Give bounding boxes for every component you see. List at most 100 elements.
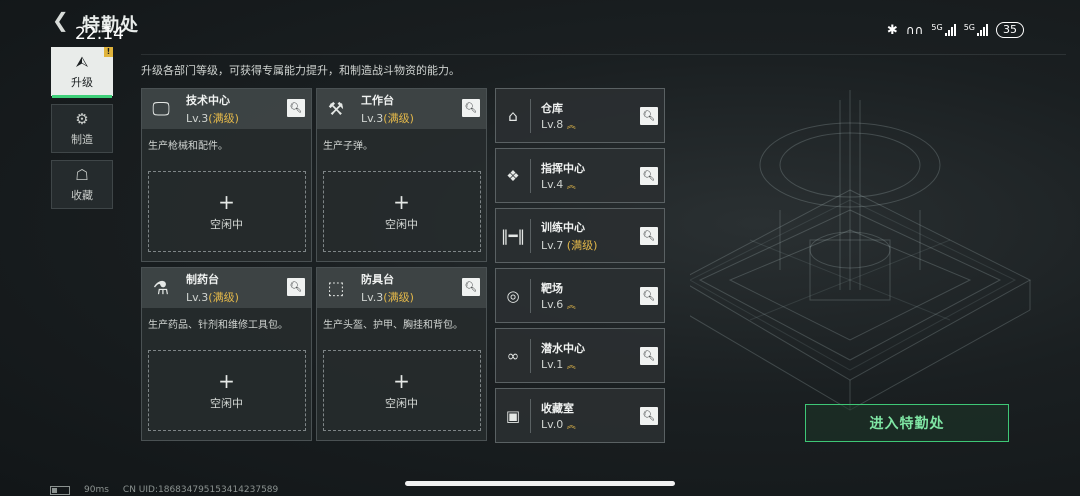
station-description: 生产药品、针剂和维修工具包。 [148, 320, 288, 331]
facility-name: 潜水中心 [541, 342, 585, 355]
facility-training-center[interactable]: ‖━‖ 训练中心 Lv.7 (满级) 🔍︎ [495, 208, 665, 263]
divider [530, 399, 531, 433]
station-description: 生产枪械和配件。 [148, 141, 228, 152]
station-description: 生产子弹。 [323, 141, 373, 152]
inspect-button[interactable]: 🔍︎ [462, 99, 480, 117]
nav-label: 制造 [71, 132, 93, 146]
computer-icon: 🖵 [152, 98, 170, 120]
display-case-icon: ▣ [505, 406, 521, 425]
production-slot[interactable]: + 空闲中 [147, 350, 306, 431]
inspect-button[interactable]: 🔍︎ [640, 227, 658, 245]
facility-name: 收藏室 [541, 402, 574, 415]
inspect-button[interactable]: 🔍︎ [640, 107, 658, 125]
facility-level: Lv.1 ︽ [541, 358, 576, 371]
station-level: Lv.3(满级) [361, 291, 414, 304]
divider [530, 219, 531, 253]
inspect-button[interactable]: 🔍︎ [640, 287, 658, 305]
status-icons: ✱ ∩∩ 5G 5G 35 [887, 22, 1024, 38]
chip-icon: ❖ [506, 166, 520, 185]
search-icon: 🔍︎ [289, 102, 303, 114]
facility-level: Lv.0 ︽ [541, 418, 576, 431]
station-name: 工作台 [361, 94, 394, 107]
uid-text: CN UID:186834795153414237589 [122, 485, 279, 495]
card-header: ⚗ 制药台 Lv.3(满级) 🔍︎ [142, 268, 311, 308]
station-name: 技术中心 [186, 94, 230, 107]
chevron-left-icon: ❮ [52, 8, 69, 32]
trophy-icon: ☖ [75, 165, 89, 184]
nav-collection[interactable]: ☖ 收藏 [51, 160, 113, 209]
station-card-workbench[interactable]: ⚒ 工作台 Lv.3(满级) 🔍︎ 生产子弹。 + 空闲中 [316, 88, 487, 262]
nav-label: 收藏 [71, 188, 93, 202]
inspect-button[interactable]: 🔍︎ [287, 278, 305, 296]
facility-shooting-range[interactable]: ◎ 靶场 Lv.6 ︽ 🔍︎ [495, 268, 665, 323]
plus-icon: + [393, 368, 410, 393]
nav-craft[interactable]: ⚙ 制造 [51, 104, 113, 153]
alert-badge: ! [104, 47, 113, 57]
station-card-pharmacy[interactable]: ⚗ 制药台 Lv.3(满级) 🔍︎ 生产药品、针剂和维修工具包。 + 空闲中 [141, 267, 312, 441]
station-card-tech-center[interactable]: 🖵 技术中心 Lv.3(满级) 🔍︎ 生产枪械和配件。 + 空闲中 [141, 88, 312, 262]
search-icon: 🔍︎ [642, 110, 656, 122]
inspect-button[interactable]: 🔍︎ [640, 407, 658, 425]
search-icon: 🔍︎ [464, 102, 478, 114]
plus-icon: + [218, 368, 235, 393]
divider [141, 54, 1066, 55]
production-slot[interactable]: + 空闲中 [322, 350, 481, 431]
facility-diving-center[interactable]: ∞ 潜水中心 Lv.1 ︽ 🔍︎ [495, 328, 665, 383]
bottom-status: 90ms CN UID:186834795153414237589 [50, 485, 278, 495]
back-button[interactable]: ❮ [52, 10, 72, 30]
production-slot[interactable]: + 空闲中 [322, 171, 481, 252]
search-icon: 🔍︎ [642, 170, 656, 182]
search-icon: 🔍︎ [642, 230, 656, 242]
card-header: ⚒ 工作台 Lv.3(满级) 🔍︎ [317, 89, 486, 129]
plus-icon: + [393, 189, 410, 214]
card-header: ⬚ 防具台 Lv.3(满级) 🔍︎ [317, 268, 486, 308]
upgrade-arrow-icon: ︽ [566, 181, 576, 191]
signal-bars-icon [944, 24, 956, 36]
card-header: 🖵 技术中心 Lv.3(满级) 🔍︎ [142, 89, 311, 129]
microscope-icon: ⚗ [152, 277, 170, 299]
station-description: 生产头盔、护甲、胸挂和背包。 [323, 320, 463, 331]
inspect-button[interactable]: 🔍︎ [640, 167, 658, 185]
home-indicator[interactable] [405, 481, 675, 486]
gear-icon: ⚙ [75, 109, 89, 128]
upgrade-icon: ⮙ [75, 52, 89, 71]
facility-name: 靶场 [541, 282, 563, 295]
nav-upgrade[interactable]: ! ⮙ 升级 [51, 47, 113, 98]
station-level: Lv.3(满级) [186, 112, 239, 125]
upgrade-arrow-icon: ︽ [566, 361, 576, 371]
slot-status: 空闲中 [385, 396, 418, 410]
facility-level: Lv.8 ︽ [541, 118, 576, 131]
signal-1: 5G [931, 24, 956, 36]
battery-indicator: 35 [996, 22, 1024, 38]
boxes-icon: ⬚ [327, 277, 345, 299]
search-icon: 🔍︎ [642, 410, 656, 422]
station-card-armor-bench[interactable]: ⬚ 防具台 Lv.3(满级) 🔍︎ 生产头盔、护甲、胸挂和背包。 + 空闲中 [316, 267, 487, 441]
upgrade-arrow-icon: ︽ [566, 421, 576, 431]
slot-status: 空闲中 [210, 217, 243, 231]
divider [530, 279, 531, 313]
plus-icon: + [218, 189, 235, 214]
enter-special-ops-button[interactable]: 进入特勤处 [805, 404, 1009, 442]
signal-bars-icon [977, 24, 988, 36]
facility-command-center[interactable]: ❖ 指挥中心 Lv.4 ︽ 🔍︎ [495, 148, 665, 203]
station-name: 制药台 [186, 273, 219, 286]
base-structure-illustration [690, 90, 1032, 411]
facility-name: 仓库 [541, 102, 563, 115]
facility-level: Lv.4 ︽ [541, 178, 576, 191]
ping-text: 90ms [84, 485, 109, 495]
search-icon: 🔍︎ [642, 290, 656, 302]
tools-icon: ⚒ [327, 98, 345, 120]
target-icon: ◎ [506, 286, 520, 305]
inspect-button[interactable]: 🔍︎ [640, 347, 658, 365]
inspect-button[interactable]: 🔍︎ [287, 99, 305, 117]
facility-warehouse[interactable]: ⌂ 仓库 Lv.8 ︽ 🔍︎ [495, 88, 665, 143]
earbuds-icon: ∩∩ [905, 23, 924, 37]
slot-status: 空闲中 [210, 396, 243, 410]
facility-collection-room[interactable]: ▣ 收藏室 Lv.0 ︽ 🔍︎ [495, 388, 665, 443]
search-icon: 🔍︎ [642, 350, 656, 362]
slot-status: 空闲中 [385, 217, 418, 231]
inspect-button[interactable]: 🔍︎ [462, 278, 480, 296]
warehouse-icon: ⌂ [508, 106, 518, 125]
search-icon: 🔍︎ [289, 281, 303, 293]
production-slot[interactable]: + 空闲中 [147, 171, 306, 252]
